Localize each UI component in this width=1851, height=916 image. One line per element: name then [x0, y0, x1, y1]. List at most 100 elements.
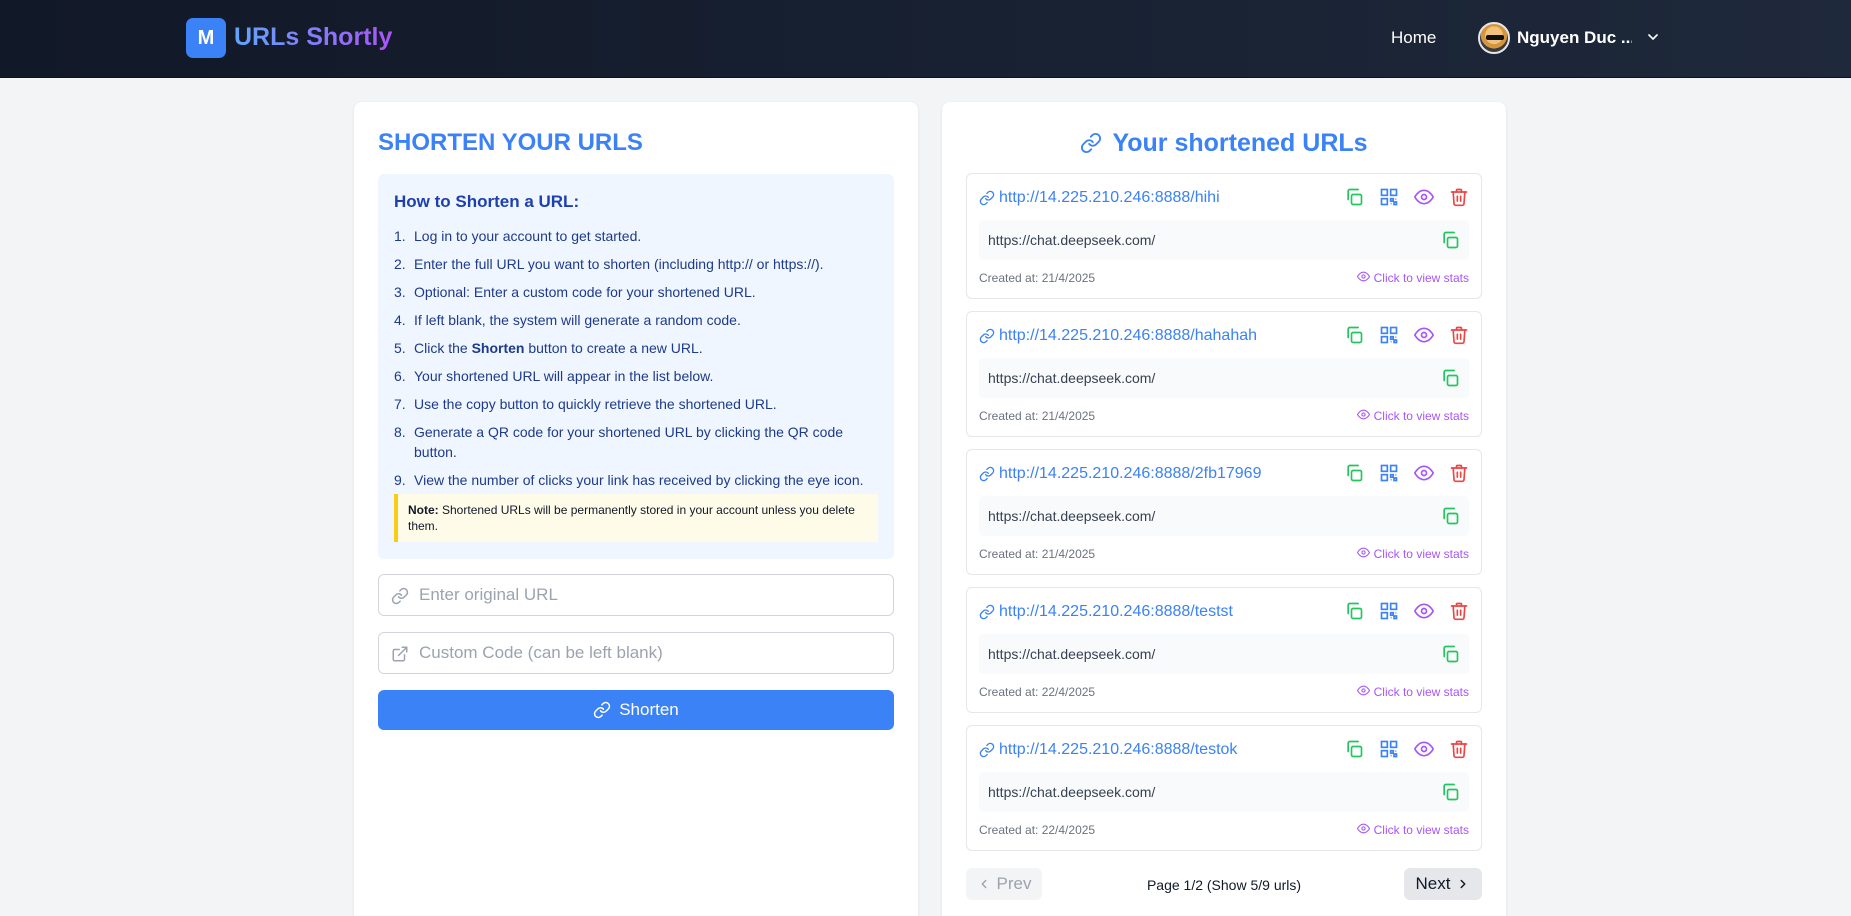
instruction-step: 5. Click the Shorten button to create a n… — [394, 340, 703, 356]
original-url-box: https://chat.deepseek.com/ — [979, 634, 1469, 674]
view-stats-link[interactable]: Click to view stats — [1356, 270, 1469, 286]
panel-title: SHORTEN YOUR URLS — [378, 129, 643, 156]
view-stats-link[interactable]: Click to view stats — [1356, 408, 1469, 424]
copy-icon[interactable] — [1440, 230, 1460, 250]
copy-icon[interactable] — [1344, 463, 1364, 483]
qr-code-icon[interactable] — [1379, 463, 1399, 483]
eye-icon — [1356, 270, 1370, 286]
original-url-text: https://chat.deepseek.com/ — [988, 784, 1156, 800]
copy-icon[interactable] — [1344, 739, 1364, 759]
short-url-link[interactable]: http://14.225.210.246:8888/testst — [979, 602, 1233, 622]
eye-icon[interactable] — [1414, 739, 1434, 759]
nav-home-link[interactable]: Home — [1391, 27, 1436, 49]
original-url-text: https://chat.deepseek.com/ — [988, 646, 1156, 662]
chevron-down-icon[interactable] — [1645, 29, 1661, 45]
url-item: http://14.225.210.246:8888/hihi https://… — [966, 173, 1482, 299]
copy-icon[interactable] — [1344, 601, 1364, 621]
created-date: Created at: 21/4/2025 — [979, 271, 1096, 285]
link-icon — [391, 587, 409, 605]
link-icon — [979, 742, 995, 758]
instruction-step: 3. Optional: Enter a custom code for your… — [394, 284, 756, 300]
chevron-right-icon — [1461, 879, 1466, 889]
qr-code-icon[interactable] — [1379, 739, 1399, 759]
trash-icon[interactable] — [1449, 187, 1469, 207]
link-icon — [594, 701, 611, 719]
eye-icon[interactable] — [1414, 187, 1434, 207]
url-actions — [1344, 739, 1469, 759]
shorten-button[interactable]: Shorten — [378, 690, 894, 730]
copy-icon[interactable] — [1344, 187, 1364, 207]
created-date: Created at: 22/4/2025 — [979, 823, 1096, 837]
eye-icon[interactable] — [1414, 325, 1434, 345]
copy-icon[interactable] — [1344, 325, 1364, 345]
link-icon — [979, 604, 995, 620]
original-url-box: https://chat.deepseek.com/ — [979, 220, 1469, 260]
eye-icon[interactable] — [1414, 601, 1434, 621]
eye-icon — [1356, 822, 1370, 838]
original-url-text: https://chat.deepseek.com/ — [988, 370, 1156, 386]
link-icon — [979, 328, 995, 344]
original-url-input[interactable] — [419, 575, 879, 615]
short-url-link[interactable]: http://14.225.210.246:8888/hihi — [979, 188, 1220, 208]
avatar[interactable] — [1478, 22, 1510, 54]
eye-icon — [1356, 684, 1370, 700]
trash-icon[interactable] — [1449, 325, 1469, 345]
instruction-step: 2. Enter the full URL you want to shorten… — [394, 256, 824, 272]
logo-badge[interactable]: M — [186, 18, 226, 58]
url-item: http://14.225.210.246:8888/2fb17969 http… — [966, 449, 1482, 575]
external-link-icon — [392, 646, 408, 662]
trash-icon[interactable] — [1449, 601, 1469, 621]
created-date: Created at: 21/4/2025 — [979, 409, 1096, 423]
copy-icon[interactable] — [1440, 368, 1460, 388]
short-url-link[interactable]: http://14.225.210.246:8888/hahahah — [979, 326, 1257, 346]
custom-code-field[interactable] — [378, 632, 894, 674]
instruction-step: 6. Your shortened URL will appear in the … — [394, 368, 714, 384]
instructions-title: How to Shorten a URL: — [394, 192, 580, 211]
trash-icon[interactable] — [1449, 739, 1469, 759]
url-item: http://14.225.210.246:8888/testok https:… — [966, 725, 1482, 851]
eye-icon[interactable] — [1414, 463, 1434, 483]
url-actions — [1344, 325, 1469, 345]
view-stats-link[interactable]: Click to view stats — [1356, 684, 1469, 700]
qr-code-icon[interactable] — [1379, 187, 1399, 207]
url-actions — [1344, 601, 1469, 621]
copy-icon[interactable] — [1440, 644, 1460, 664]
top-navbar: M URLs Shortly Home Nguyen Duc ... — [0, 0, 1851, 78]
instruction-step: 7. Use the copy button to quickly retriev… — [394, 396, 777, 412]
instructions-box: How to Shorten a URL: 1. Log in to your a… — [378, 174, 894, 559]
short-url-link[interactable]: http://14.225.210.246:8888/2fb17969 — [979, 464, 1261, 484]
link-icon — [1081, 132, 1102, 154]
view-stats-link[interactable]: Click to view stats — [1356, 822, 1469, 838]
link-icon — [979, 466, 995, 482]
original-url-box: https://chat.deepseek.com/ — [979, 772, 1469, 812]
short-url-link[interactable]: http://14.225.210.246:8888/testok — [979, 740, 1237, 760]
url-actions — [1344, 463, 1469, 483]
next-page-button[interactable]: Next — [1404, 868, 1482, 900]
custom-code-input[interactable] — [419, 633, 879, 673]
shorten-button-label: Shorten — [619, 700, 679, 719]
view-stats-link[interactable]: Click to view stats — [1356, 546, 1469, 562]
created-date: Created at: 22/4/2025 — [979, 685, 1096, 699]
shortened-urls-panel: Your shortened URLs http://14.225.210.24… — [942, 102, 1506, 916]
url-actions — [1344, 187, 1469, 207]
panel-title-text: Your shortened URLs — [1112, 129, 1368, 157]
qr-code-icon[interactable] — [1379, 325, 1399, 345]
url-item: http://14.225.210.246:8888/testst https:… — [966, 587, 1482, 713]
instruction-step: 1. Log in to your account to get started. — [394, 228, 642, 244]
brand-name[interactable]: URLs Shortly — [234, 22, 392, 52]
copy-icon[interactable] — [1440, 782, 1460, 802]
user-menu-name[interactable]: Nguyen Duc ... — [1517, 27, 1632, 49]
created-date: Created at: 21/4/2025 — [979, 547, 1096, 561]
original-url-field[interactable] — [378, 574, 894, 616]
copy-icon[interactable] — [1440, 506, 1460, 526]
instruction-step: 4. If left blank, the system will generat… — [394, 312, 741, 328]
original-url-text: https://chat.deepseek.com/ — [988, 232, 1156, 248]
qr-code-icon[interactable] — [1379, 601, 1399, 621]
instructions-list: 1. Log in to your account to get started.… — [394, 226, 884, 498]
original-url-box: https://chat.deepseek.com/ — [979, 496, 1469, 536]
trash-icon[interactable] — [1449, 463, 1469, 483]
shorten-panel: SHORTEN YOUR URLS How to Shorten a URL: … — [354, 102, 918, 916]
instruction-step: 8. Generate a QR code for your shortened … — [394, 424, 844, 460]
original-url-text: https://chat.deepseek.com/ — [988, 508, 1156, 524]
note-box: Note: Shortened URLs will be permanently… — [394, 494, 878, 542]
